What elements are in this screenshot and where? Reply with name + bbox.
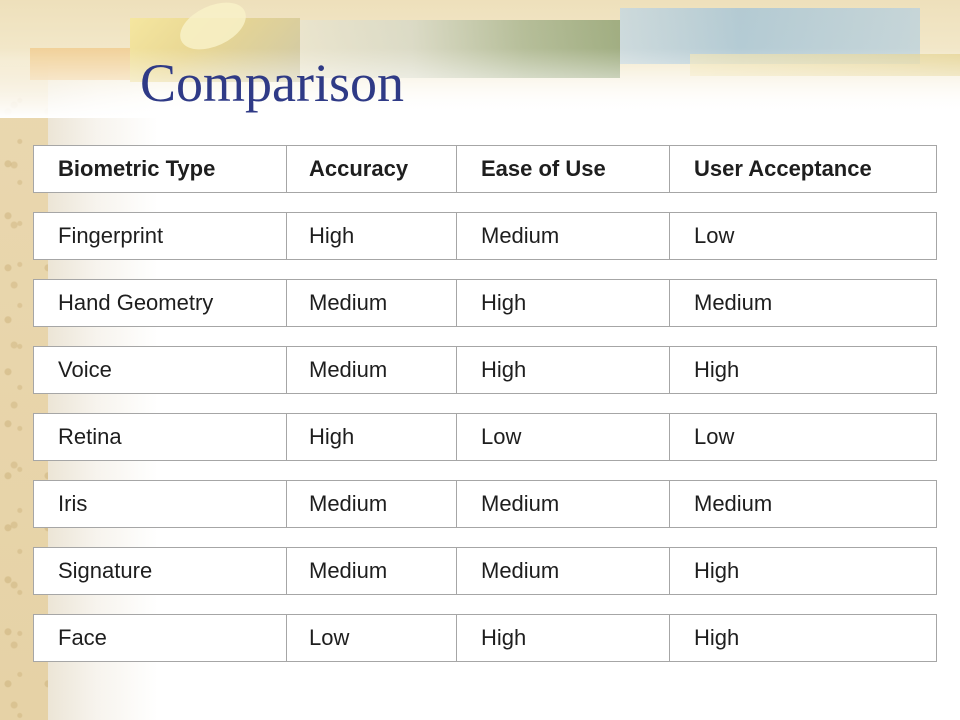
header-biometric-type: Biometric Type — [34, 146, 287, 192]
cell-biometric-type: Iris — [34, 481, 287, 527]
header-user-acceptance: User Acceptance — [694, 156, 872, 181]
table-row: Fingerprint High Medium Low — [33, 212, 937, 260]
cell-biometric-type: Retina — [34, 414, 287, 460]
table-row: Hand Geometry Medium High Medium — [33, 279, 937, 327]
table-row: Signature Medium Medium High — [33, 547, 937, 595]
table-header-row: Biometric Type Accuracy Ease of Use User… — [33, 145, 937, 193]
cell-ease-of-use: Medium — [457, 213, 670, 259]
header-accuracy: Accuracy — [287, 146, 457, 192]
cell-ease-of-use: High — [457, 615, 670, 661]
cell-accuracy: Medium — [287, 481, 457, 527]
table-row: Retina High Low Low — [33, 413, 937, 461]
cell-ease-of-use: High — [457, 347, 670, 393]
cell-accuracy: Medium — [287, 548, 457, 594]
cell-accuracy: Medium — [287, 280, 457, 326]
cell-biometric-type: Hand Geometry — [34, 280, 287, 326]
cell-user-acceptance: High — [694, 558, 740, 583]
cell-user-acceptance: Medium — [694, 491, 773, 516]
table-row: Face Low High High — [33, 614, 937, 662]
cell-ease-of-use: High — [457, 280, 670, 326]
cell-accuracy: Low — [287, 615, 457, 661]
cell-user-acceptance: Low — [694, 424, 735, 449]
cell-ease-of-use: Medium — [457, 481, 670, 527]
cell-user-acceptance: Low — [694, 223, 735, 248]
cell-biometric-type: Face — [34, 615, 287, 661]
header-ease-of-use: Ease of Use — [457, 146, 670, 192]
cell-user-acceptance: High — [694, 357, 740, 382]
comparison-table: Biometric Type Accuracy Ease of Use User… — [33, 145, 937, 665]
table-row: Iris Medium Medium Medium — [33, 480, 937, 528]
cell-accuracy: Medium — [287, 347, 457, 393]
cell-user-acceptance: Medium — [694, 290, 773, 315]
cell-biometric-type: Fingerprint — [34, 213, 287, 259]
cell-ease-of-use: Medium — [457, 548, 670, 594]
slide-title: Comparison — [140, 53, 404, 113]
cell-accuracy: High — [287, 414, 457, 460]
cell-biometric-type: Voice — [34, 347, 287, 393]
cell-biometric-type: Signature — [34, 548, 287, 594]
cell-accuracy: High — [287, 213, 457, 259]
cell-user-acceptance: High — [694, 625, 740, 650]
table-row: Voice Medium High High — [33, 346, 937, 394]
cell-ease-of-use: Low — [457, 414, 670, 460]
